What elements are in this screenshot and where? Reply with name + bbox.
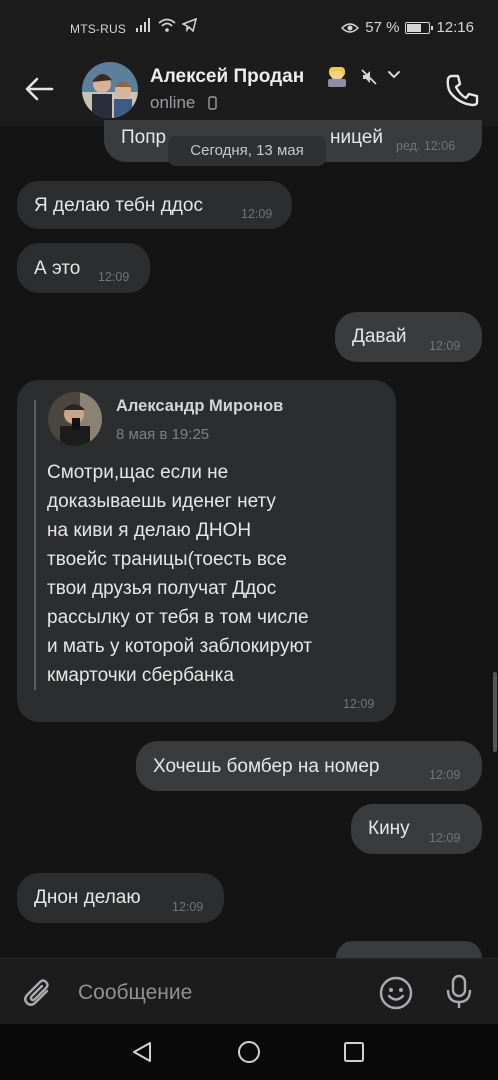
forward-text-line: на киви я делаю ДНОН — [47, 520, 252, 541]
microphone-icon[interactable] — [442, 973, 476, 1011]
message-time: 12:09 — [343, 697, 375, 711]
forward-text-line: Смотри,щас если не — [47, 462, 229, 483]
message-time: ред. 12:06 — [396, 139, 456, 153]
message-bubble-outgoing[interactable] — [336, 941, 482, 958]
status-bar: MTS-RUS 57 % 12:16 — [0, 0, 498, 58]
forward-author-avatar[interactable] — [48, 392, 102, 446]
status-icons-right: 57 % 12:16 — [341, 19, 474, 36]
phone-call-icon[interactable] — [442, 70, 482, 110]
forward-text-line: твои друзья получат Ддос — [47, 578, 277, 599]
message-text: Давай — [352, 326, 407, 347]
scrollbar[interactable] — [493, 672, 497, 752]
forward-text-line: твоейс траницы(тоесть все — [47, 549, 287, 570]
eye-icon — [341, 22, 360, 33]
battery-percent: 57 % — [365, 19, 400, 36]
forward-text-line: рассылку от тебя в том числе — [47, 607, 309, 628]
message-time: 12:09 — [429, 768, 461, 782]
paperclip-icon[interactable] — [20, 975, 56, 1011]
chat-header: Алексей Продан online — [0, 58, 498, 126]
forward-text-line: доказываешь иденег нету — [47, 491, 276, 512]
forward-date: 8 мая в 19:25 — [116, 426, 210, 443]
system-nav-bar — [0, 1024, 498, 1080]
message-text: Я делаю тебн ддос — [34, 195, 203, 216]
forward-quote-bar — [34, 400, 36, 690]
emoji-badge — [328, 67, 346, 87]
forward-author-name[interactable]: Александр Миронов — [116, 397, 283, 416]
carrier-label: MTS-RUS — [70, 22, 127, 36]
back-arrow-icon[interactable] — [22, 72, 56, 106]
clock: 12:16 — [436, 19, 474, 36]
message-time: 12:09 — [429, 339, 461, 353]
mobile-icon — [208, 96, 217, 110]
nav-recent-icon[interactable] — [343, 1041, 365, 1063]
online-status: online — [150, 93, 196, 112]
message-composer — [0, 958, 498, 1024]
signal-icon — [136, 18, 150, 32]
battery-fill — [407, 23, 421, 32]
message-time: 12:09 — [241, 207, 273, 221]
contact-name[interactable]: Алексей Продан — [150, 66, 304, 88]
message-input[interactable] — [78, 977, 358, 1009]
message-text: Кину — [368, 818, 410, 839]
emoji-icon[interactable] — [378, 975, 414, 1011]
chevron-down-icon[interactable] — [387, 70, 401, 80]
date-chip: Сегодня, 13 мая — [168, 136, 326, 166]
nav-home-icon[interactable] — [237, 1040, 261, 1064]
message-time: 12:09 — [98, 270, 130, 284]
message-text: ницей — [330, 127, 383, 148]
avatar[interactable] — [82, 62, 138, 118]
message-text: Попр — [121, 127, 167, 148]
battery-icon — [405, 21, 434, 34]
mute-icon — [361, 69, 377, 85]
message-text: Днон делаю — [34, 887, 141, 908]
forward-text-line: и мать у которой заблокируют — [47, 636, 313, 657]
message-time: 12:09 — [429, 831, 461, 845]
nav-back-icon[interactable] — [130, 1040, 154, 1064]
message-text: Хочешь бомбер на номер — [153, 756, 380, 777]
wifi-icon — [158, 18, 176, 32]
message-text: А это — [34, 258, 81, 279]
status-icons-left — [136, 18, 197, 32]
telegram-icon — [182, 18, 197, 32]
message-time: 12:09 — [172, 900, 204, 914]
forward-text-line: кмарточки сбербанка — [47, 665, 234, 686]
